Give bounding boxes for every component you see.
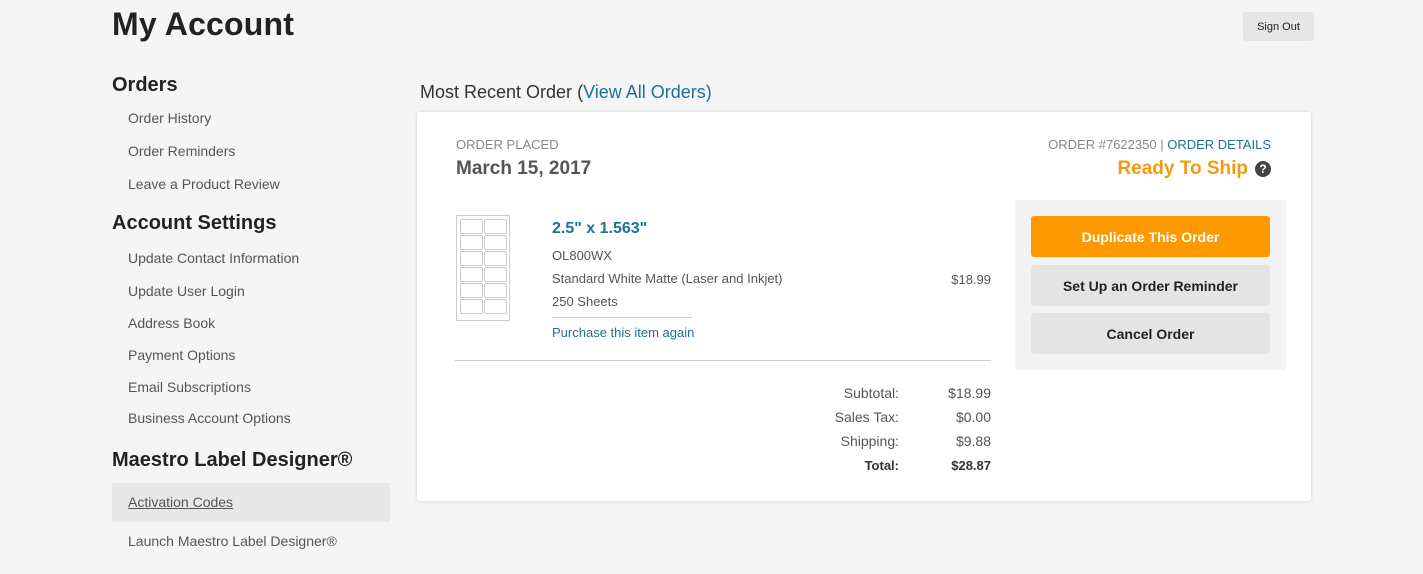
sidebar-heading-maestro: Maestro Label Designer® bbox=[112, 449, 353, 471]
sidebar-item-activation-codes[interactable]: Activation Codes bbox=[128, 494, 233, 510]
sidebar-item-order-history[interactable]: Order History bbox=[128, 110, 211, 126]
order-status-text: Ready To Ship bbox=[1117, 158, 1248, 179]
order-placed-label: ORDER PLACED bbox=[456, 137, 559, 152]
sidebar-item-update-login[interactable]: Update User Login bbox=[128, 283, 245, 299]
order-card: ORDER PLACED March 15, 2017 ORDER #76223… bbox=[417, 112, 1311, 501]
sidebar-item-order-reminders[interactable]: Order Reminders bbox=[128, 143, 235, 159]
purchase-again-link[interactable]: Purchase this item again bbox=[552, 325, 694, 340]
item-quantity: 250 Sheets bbox=[552, 294, 618, 309]
sidebar-item-update-contact[interactable]: Update Contact Information bbox=[128, 250, 299, 266]
item-sku: OL800WX bbox=[552, 248, 612, 263]
cancel-order-button[interactable]: Cancel Order bbox=[1031, 313, 1270, 354]
order-status: Ready To Ship ? bbox=[1117, 158, 1271, 180]
sidebar-heading-orders: Orders bbox=[112, 74, 178, 96]
summary-subtotal-value: $18.99 bbox=[948, 385, 991, 401]
order-date: March 15, 2017 bbox=[456, 158, 592, 179]
sidebar-item-business-account[interactable]: Business Account Options bbox=[128, 410, 291, 426]
item-material: Standard White Matte (Laser and Inkjet) bbox=[552, 271, 783, 286]
summary-shipping-value: $9.88 bbox=[955, 433, 991, 449]
question-circle-icon[interactable]: ? bbox=[1255, 161, 1271, 177]
order-number: ORDER #7622350 bbox=[1048, 137, 1157, 152]
view-all-close-paren: ) bbox=[705, 82, 712, 102]
view-all-orders-link[interactable]: View All Orders bbox=[583, 82, 706, 102]
order-reminder-button[interactable]: Set Up an Order Reminder bbox=[1031, 265, 1270, 306]
summary-shipping-label: Shipping: bbox=[840, 433, 899, 449]
summary-subtotal-label: Subtotal: bbox=[843, 385, 899, 401]
order-actions-panel: Duplicate This Order Set Up an Order Rem… bbox=[1015, 200, 1286, 370]
most-recent-order-title: Most Recent Order bbox=[420, 82, 573, 102]
item-price: $18.99 bbox=[951, 272, 991, 287]
summary-total-label: Total: bbox=[864, 458, 899, 473]
summary-divider bbox=[455, 360, 991, 361]
sign-out-button[interactable]: Sign Out bbox=[1243, 12, 1314, 41]
sidebar-item-launch-maestro[interactable]: Launch Maestro Label Designer® bbox=[128, 533, 337, 549]
summary-tax-value: $0.00 bbox=[955, 409, 991, 425]
sidebar-item-leave-review[interactable]: Leave a Product Review bbox=[128, 176, 280, 192]
item-title-link[interactable]: 2.5" x 1.563" bbox=[552, 220, 647, 238]
most-recent-order-heading: Most Recent Order (View All Orders) bbox=[420, 82, 712, 103]
product-thumbnail[interactable] bbox=[456, 215, 510, 321]
order-details-link[interactable]: ORDER DETAILS bbox=[1167, 137, 1271, 152]
order-number-separator: | bbox=[1160, 137, 1164, 152]
order-number-row: ORDER #7622350 | ORDER DETAILS bbox=[1048, 137, 1271, 152]
summary-tax-label: Sales Tax: bbox=[834, 409, 899, 425]
duplicate-order-button[interactable]: Duplicate This Order bbox=[1031, 216, 1270, 257]
item-separator bbox=[552, 317, 692, 318]
page-title: My Account bbox=[112, 6, 295, 42]
sidebar-item-email-subscriptions[interactable]: Email Subscriptions bbox=[128, 379, 251, 395]
sidebar-item-payment-options[interactable]: Payment Options bbox=[128, 347, 235, 363]
sidebar-item-address-book[interactable]: Address Book bbox=[128, 315, 215, 331]
sidebar-heading-account-settings: Account Settings bbox=[112, 212, 277, 234]
summary-total-value: $28.87 bbox=[951, 458, 991, 473]
